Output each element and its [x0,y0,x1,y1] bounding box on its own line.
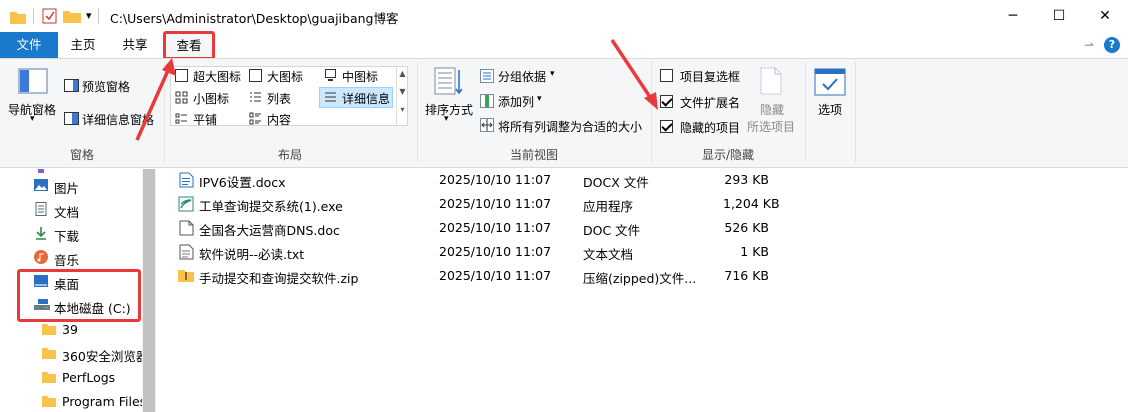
annotation-arrows [135,39,658,141]
